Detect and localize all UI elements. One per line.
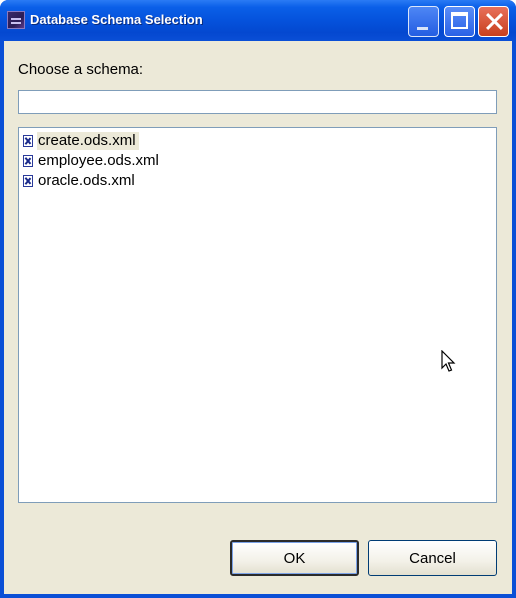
xml-file-icon <box>23 155 33 167</box>
maximize-button[interactable] <box>444 6 475 37</box>
dialog-window: Database Schema Selection Choose a schem… <box>0 0 516 598</box>
list-item-label: oracle.ods.xml <box>38 172 135 189</box>
dialog-body: Choose a schema: create.ods.xml employee… <box>4 41 512 594</box>
mouse-pointer-icon <box>441 350 456 372</box>
maximize-icon <box>451 12 468 29</box>
title-bar[interactable]: Database Schema Selection <box>0 0 516 41</box>
close-button[interactable] <box>478 6 509 37</box>
minimize-button[interactable] <box>408 6 439 37</box>
list-item-label: create.ods.xml <box>37 132 139 150</box>
schema-list[interactable]: create.ods.xml employee.ods.xml oracle.o… <box>18 127 497 503</box>
ok-button[interactable]: OK <box>230 540 359 576</box>
list-item-create[interactable]: create.ods.xml <box>23 131 139 151</box>
list-item-oracle[interactable]: oracle.ods.xml <box>23 171 138 191</box>
list-item-employee[interactable]: employee.ods.xml <box>23 151 162 171</box>
cancel-button[interactable]: Cancel <box>368 540 497 576</box>
choose-schema-label: Choose a schema: <box>18 61 144 78</box>
app-window-icon[interactable] <box>7 11 25 29</box>
window-title: Database Schema Selection <box>30 12 203 27</box>
xml-file-icon <box>23 135 33 147</box>
list-item-label: employee.ods.xml <box>38 152 159 169</box>
minimize-icon <box>417 27 428 30</box>
schema-filter-input[interactable] <box>18 90 497 114</box>
xml-file-icon <box>23 175 33 187</box>
